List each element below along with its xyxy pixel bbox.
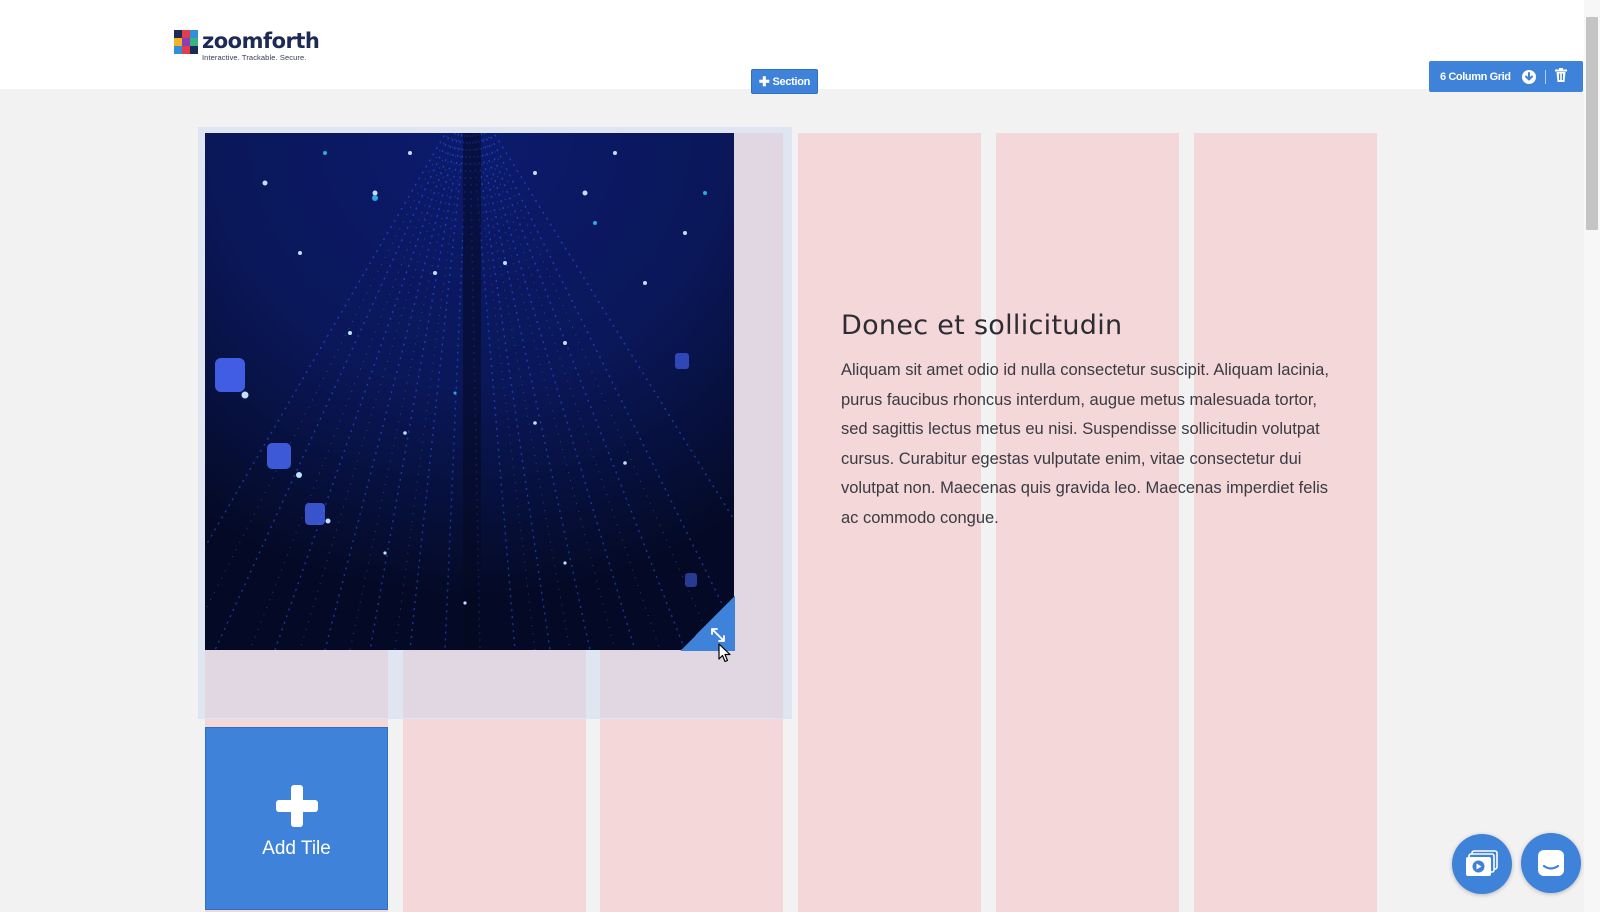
chat-button[interactable] [1521, 833, 1581, 893]
plus-icon: ✚ [758, 73, 770, 89]
image-tile[interactable] [205, 133, 734, 650]
download-circle-icon[interactable] [1521, 69, 1536, 84]
video-library-button[interactable] [1452, 834, 1512, 894]
add-section-button[interactable]: ✚ Section [751, 69, 818, 94]
logo-mark-icon [174, 30, 198, 56]
toolbar-divider [1544, 69, 1546, 84]
chat-icon [1538, 850, 1564, 876]
text-tile-body: Aliquam sit amet odio id nulla consectet… [841, 361, 1329, 527]
zoomforth-logo[interactable]: zoomforth Interactive. Trackable. Secure… [174, 29, 320, 62]
grid-toolbar: 6 Column Grid [1429, 61, 1583, 92]
light-tunnel-image [205, 133, 734, 650]
video-library-icon [1466, 850, 1498, 876]
grid-type-selector[interactable]: 6 Column Grid [1440, 71, 1511, 83]
add-tile-button[interactable]: Add Tile [205, 727, 388, 910]
add-section-label: Section [772, 75, 811, 88]
add-tile-label: Add Tile [262, 838, 331, 859]
text-tile[interactable]: Donec et sollicitudin Aliquam sit amet o… [841, 310, 1341, 534]
text-tile-heading: Donec et sollicitudin [841, 310, 1123, 341]
cursor-icon [718, 643, 732, 668]
logo-tagline: Interactive. Trackable. Secure. [202, 53, 307, 62]
logo-name: zoomforth [202, 29, 320, 53]
trash-icon[interactable] [1554, 68, 1567, 85]
scrollbar-thumb[interactable] [1586, 17, 1598, 230]
plus-icon [275, 785, 318, 827]
